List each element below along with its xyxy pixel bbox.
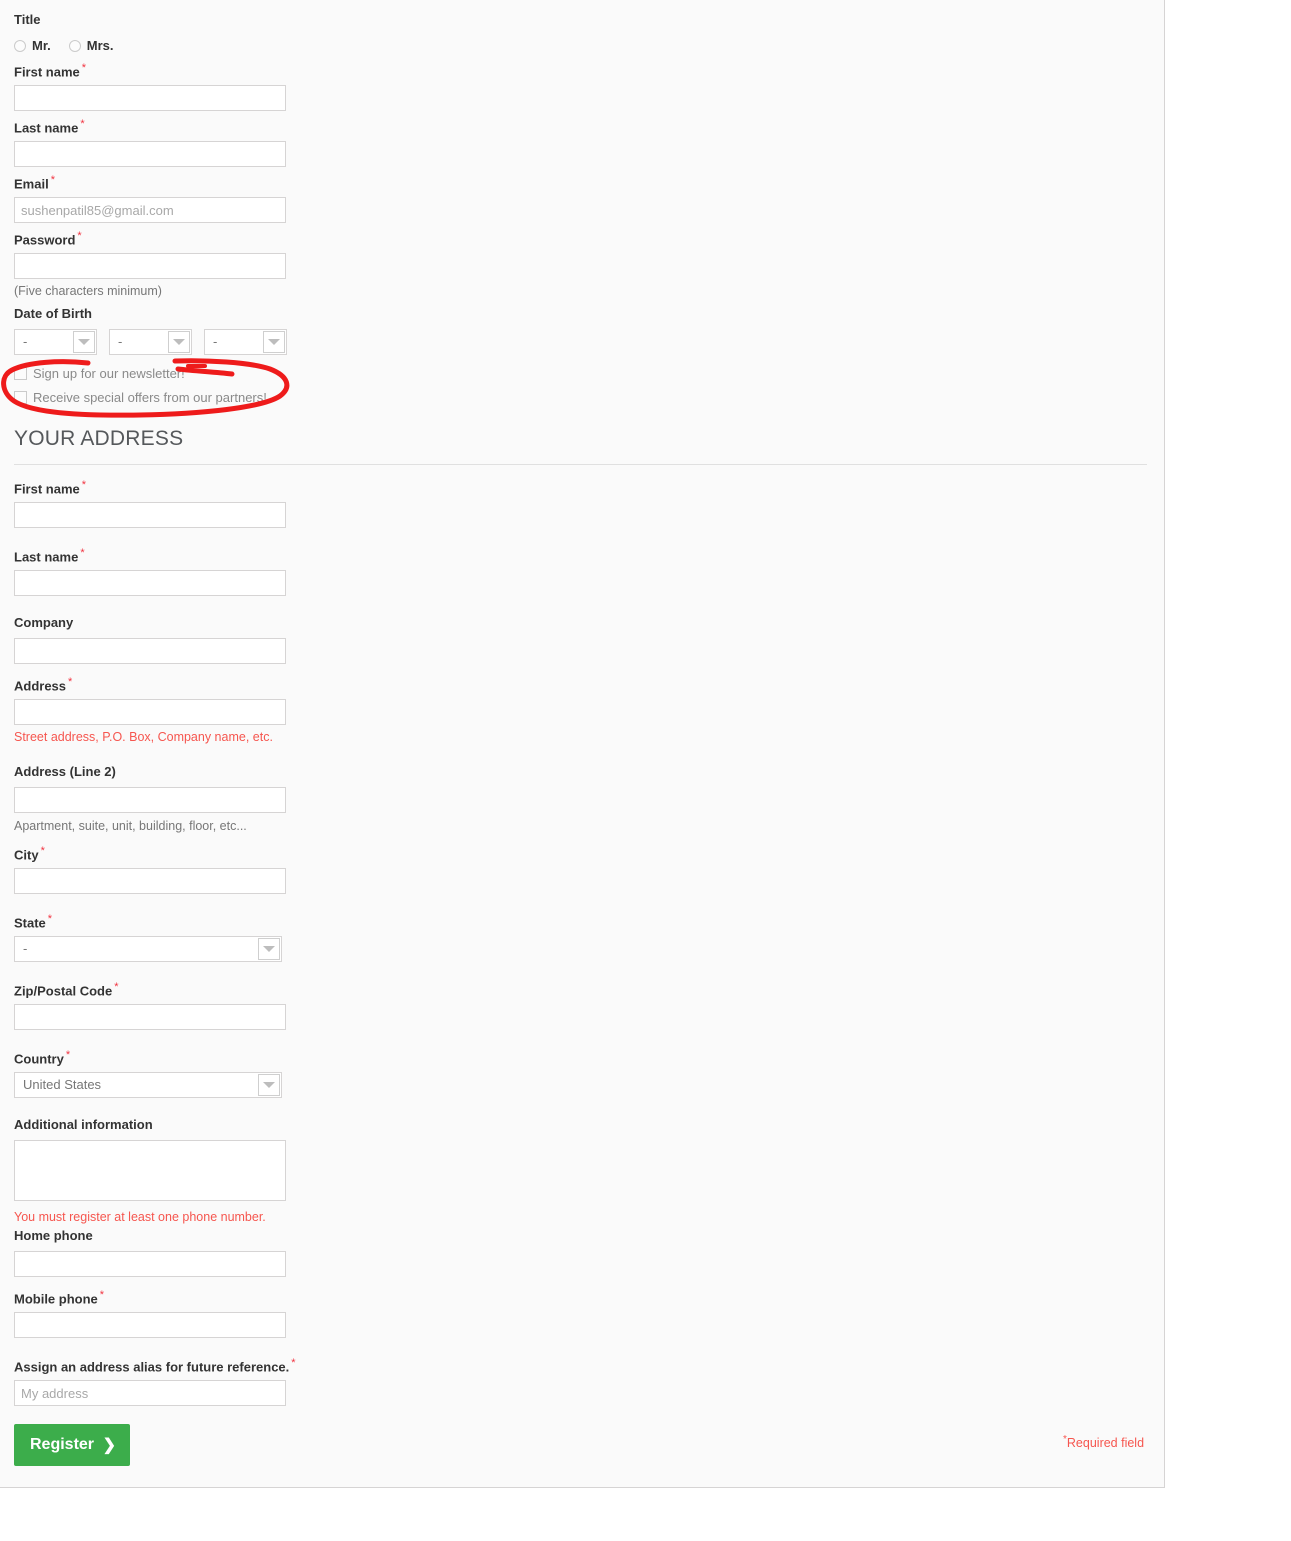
address-alias-input[interactable] xyxy=(14,1380,286,1406)
city-label: City * xyxy=(14,845,45,863)
register-button-label: Register xyxy=(30,1436,95,1453)
required-asterisk: * xyxy=(81,62,87,74)
address-input[interactable] xyxy=(14,699,286,725)
address-last-name-input[interactable] xyxy=(14,570,286,596)
password-label-text: Password xyxy=(14,232,76,248)
password-label: Password * xyxy=(14,230,82,248)
country-label: Country * xyxy=(14,1049,71,1067)
state-select[interactable]: - xyxy=(14,936,282,962)
password-hint: (Five characters minimum) xyxy=(14,284,162,298)
state-label: State * xyxy=(14,913,53,931)
mobile-phone-label: Mobile phone * xyxy=(14,1289,105,1307)
required-field-text: Required field xyxy=(1066,1436,1145,1451)
dob-day-select[interactable]: - xyxy=(14,329,97,355)
chevron-right-icon: ❯ xyxy=(102,1437,116,1454)
address-first-name-label: First name * xyxy=(14,479,87,497)
address-label: Address * xyxy=(14,676,73,694)
chevron-down-icon[interactable] xyxy=(258,938,280,960)
dob-label: Date of Birth xyxy=(14,306,92,321)
dob-year-select[interactable]: - xyxy=(204,329,287,355)
screenshot-root: Title Mr. Mrs. First name * Last name * Ema… xyxy=(0,0,1291,1541)
required-asterisk: * xyxy=(77,230,82,242)
home-phone-input[interactable] xyxy=(14,1251,286,1277)
address-first-name-input[interactable] xyxy=(14,502,286,528)
required-asterisk: * xyxy=(99,1289,105,1301)
address-first-name-label-text: First name xyxy=(14,481,80,497)
title-radio-group[interactable]: Mr. Mrs. xyxy=(14,38,132,54)
mobile-phone-label-text: Mobile phone xyxy=(14,1291,98,1307)
required-asterisk: * xyxy=(65,1049,71,1061)
company-label: Company xyxy=(14,615,74,630)
partners-checkbox[interactable] xyxy=(14,391,27,405)
title-label: Title xyxy=(14,12,41,27)
radio-mr[interactable] xyxy=(14,39,26,52)
additional-info-label: Additional information xyxy=(14,1117,153,1132)
radio-mrs[interactable] xyxy=(68,39,81,52)
address-section-title: YOUR ADDRESS xyxy=(14,427,184,450)
required-asterisk: * xyxy=(81,479,87,491)
address-last-name-label-text: Last name xyxy=(14,549,79,565)
state-value: - xyxy=(23,941,28,956)
first-name-label: First name * xyxy=(14,62,87,80)
newsletter-label: Sign up for our newsletter! xyxy=(33,366,185,382)
dob-day-value: - xyxy=(23,334,28,349)
first-name-label-text: First name xyxy=(14,64,80,80)
address2-label: Address (Line 2) xyxy=(14,764,116,779)
chevron-down-icon[interactable] xyxy=(258,1074,280,1096)
dob-month-value: - xyxy=(118,334,123,349)
newsletter-checkbox-row[interactable]: Sign up for our newsletter! xyxy=(14,366,185,384)
required-asterisk: * xyxy=(47,913,53,925)
zip-label: Zip/Postal Code * xyxy=(14,981,119,999)
dob-year-value: - xyxy=(213,334,218,349)
required-asterisk: * xyxy=(50,174,55,186)
address-label-text: Address xyxy=(14,678,67,694)
required-asterisk: * xyxy=(114,981,119,993)
section-divider xyxy=(14,464,1147,465)
home-phone-label: Home phone xyxy=(14,1228,93,1243)
last-name-input[interactable] xyxy=(14,141,286,167)
register-button[interactable]: Register ❯ xyxy=(14,1424,130,1466)
zip-label-text: Zip/Postal Code xyxy=(14,983,113,999)
country-value: United States xyxy=(23,1077,102,1092)
first-name-input[interactable] xyxy=(14,85,286,111)
required-asterisk: * xyxy=(80,547,85,559)
required-asterisk: * xyxy=(68,676,73,688)
dob-month-select[interactable]: - xyxy=(109,329,192,355)
address2-input[interactable] xyxy=(14,787,286,813)
last-name-label: Last name * xyxy=(14,118,85,136)
chevron-down-icon[interactable] xyxy=(168,331,190,353)
city-label-text: City xyxy=(14,847,39,863)
address-last-name-label: Last name * xyxy=(14,547,85,565)
required-asterisk: * xyxy=(291,1357,296,1369)
chevron-down-icon[interactable] xyxy=(263,331,285,353)
last-name-label-text: Last name xyxy=(14,120,79,136)
state-label-text: State xyxy=(14,915,46,931)
email-input[interactable] xyxy=(14,197,286,223)
required-asterisk: * xyxy=(80,118,85,130)
phone-warning: You must register at least one phone num… xyxy=(14,1210,266,1224)
partners-checkbox-row[interactable]: Receive special offers from our partners… xyxy=(14,390,267,408)
country-select[interactable]: United States xyxy=(14,1072,282,1098)
address-alias-label: Assign an address alias for future refer… xyxy=(14,1357,296,1375)
newsletter-checkbox[interactable] xyxy=(14,367,27,381)
city-input[interactable] xyxy=(14,868,286,894)
mobile-phone-input[interactable] xyxy=(14,1312,286,1338)
address2-hint: Apartment, suite, unit, building, floor,… xyxy=(14,819,247,833)
additional-info-textarea[interactable] xyxy=(14,1140,286,1201)
email-label: Email * xyxy=(14,174,55,192)
chevron-down-icon[interactable] xyxy=(73,331,95,353)
address-alias-label-text: Assign an address alias for future refer… xyxy=(14,1359,290,1375)
partners-label: Receive special offers from our partners… xyxy=(33,390,267,406)
required-asterisk: * xyxy=(40,845,45,857)
address-hint: Street address, P.O. Box, Company name, … xyxy=(14,730,273,744)
radio-mrs-label: Mrs. xyxy=(86,38,114,54)
required-field-note: *Required field xyxy=(1063,1434,1144,1450)
zip-input[interactable] xyxy=(14,1004,286,1030)
password-input[interactable] xyxy=(14,253,286,279)
company-input[interactable] xyxy=(14,638,286,664)
email-label-text: Email xyxy=(14,176,49,192)
radio-mr-label: Mr. xyxy=(32,38,51,54)
country-label-text: Country xyxy=(14,1051,64,1067)
